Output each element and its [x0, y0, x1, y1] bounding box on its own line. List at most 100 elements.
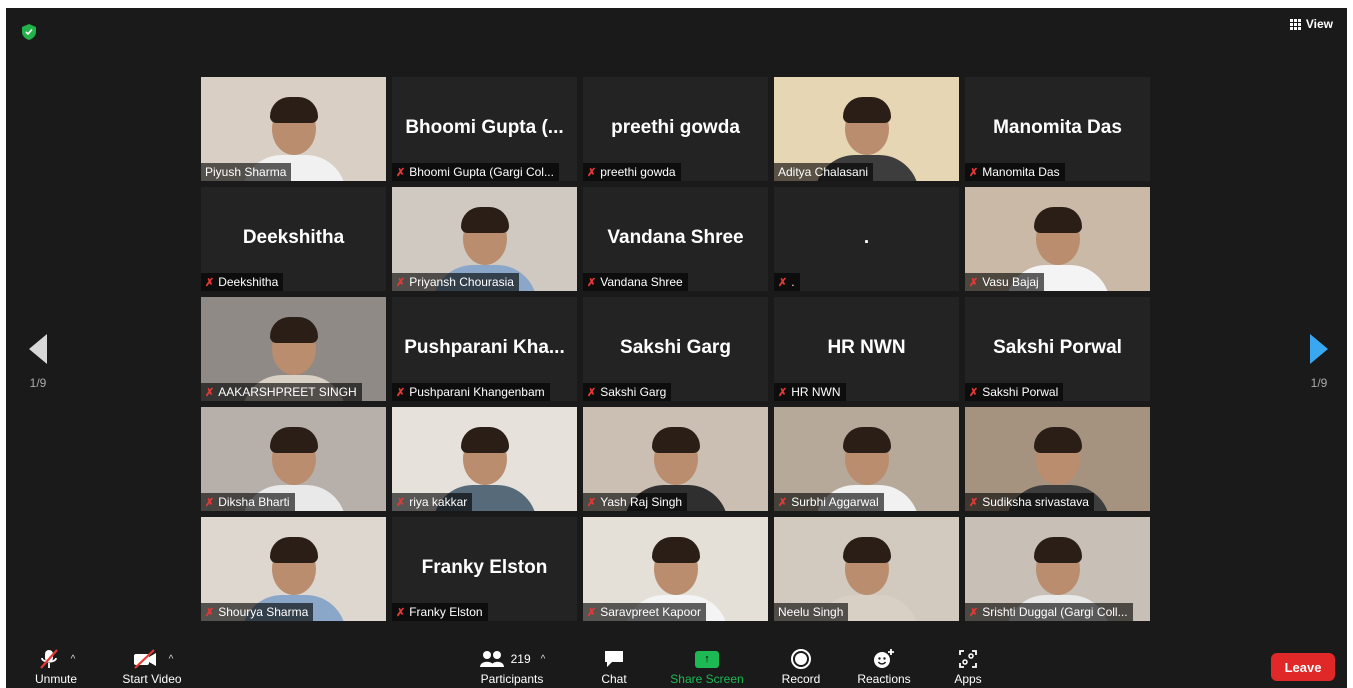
- participant-tile[interactable]: ✗ AAKARSHPREET SINGH: [201, 297, 386, 401]
- microphone-muted-icon: ✗: [205, 606, 215, 619]
- participant-tile[interactable]: Piyush Sharma: [201, 77, 386, 181]
- participant-tile[interactable]: ✗ riya kakkar: [392, 407, 577, 511]
- participant-name: Vandana Shree: [600, 275, 683, 289]
- participant-name-label: ✗ Bhoomi Gupta (Gargi Col...: [392, 163, 559, 181]
- participant-name: .: [791, 275, 795, 289]
- reactions-emoji-icon: [874, 649, 894, 668]
- participant-name: Vasu Bajaj: [982, 275, 1039, 289]
- participant-name-label: Neelu Singh: [774, 603, 849, 621]
- participant-tile[interactable]: ✗ Priyansh Chourasia: [392, 187, 577, 291]
- audio-options-caret-icon[interactable]: ^: [71, 654, 76, 665]
- participant-tile[interactable]: Aditya Chalasani: [774, 77, 959, 181]
- chat-button[interactable]: Chat: [594, 646, 634, 686]
- share-screen-label: Share Screen: [670, 672, 744, 686]
- participant-tile[interactable]: ✗ Yash Raj Singh: [583, 407, 768, 511]
- participant-name-label: ✗.: [774, 273, 800, 291]
- participant-display-name: .: [863, 227, 870, 248]
- participant-name: Sudiksha srivastava: [982, 495, 1089, 509]
- participant-name-label: ✗ Pushparani Khangenbam: [392, 383, 550, 401]
- view-label: View: [1305, 17, 1333, 31]
- participant-tile[interactable]: ✗ Surbhi Aggarwal: [774, 407, 959, 511]
- participant-name-label: ✗ Yash Raj Singh: [583, 493, 688, 511]
- chat-label: Chat: [601, 672, 627, 686]
- participant-tile[interactable]: Vandana Shree ✗ Vandana Shree: [583, 187, 768, 291]
- participant-name-label: ✗ Franky Elston: [392, 603, 488, 621]
- participant-name-label: ✗ Srishti Duggal (Gargi Coll...: [965, 603, 1133, 621]
- video-off-icon: [133, 649, 156, 669]
- microphone-muted-icon: ✗: [969, 276, 979, 289]
- participant-tile[interactable]: ✗ Shourya Sharma: [201, 517, 386, 621]
- record-button[interactable]: Record: [776, 646, 826, 686]
- participant-display-name: Franky Elston: [421, 557, 548, 578]
- participant-tile[interactable]: Deekshitha ✗ Deekshitha: [201, 187, 386, 291]
- participant-display-name: HR NWN: [827, 337, 906, 358]
- participant-tile[interactable]: ✗ Saravpreet Kapoor: [583, 517, 768, 621]
- participant-name: Diksha Bharti: [218, 495, 290, 509]
- participant-tile[interactable]: ✗ Sudiksha srivastava: [965, 407, 1150, 511]
- participant-name-label: ✗ Vasu Bajaj: [965, 273, 1044, 291]
- participant-display-name: Manomita Das: [993, 117, 1122, 138]
- microphone-muted-icon: ✗: [587, 166, 597, 179]
- participant-name: Saravpreet Kapoor: [600, 605, 701, 619]
- security-shield-icon: [22, 24, 36, 40]
- participant-name: Piyush Sharma: [205, 165, 287, 179]
- participant-tile[interactable]: Manomita Das ✗ Manomita Das: [965, 77, 1150, 181]
- next-page-button[interactable]: 1/9: [1299, 334, 1339, 390]
- grid-view-icon: [1289, 18, 1301, 30]
- participant-tile[interactable]: preethi gowda ✗ preethi gowda: [583, 77, 768, 181]
- zoom-meeting-window: View 1/9 1/9 Piyush Sharma Bhoomi Gupta (…: [0, 0, 1353, 688]
- participant-tile[interactable]: ✗ Diksha Bharti: [201, 407, 386, 511]
- participant-name: riya kakkar: [409, 495, 468, 509]
- leave-button[interactable]: Leave: [1271, 653, 1335, 681]
- microphone-muted-icon: ✗: [778, 386, 788, 399]
- participant-name-label: ✗ Priyansh Chourasia: [392, 273, 519, 291]
- previous-page-button[interactable]: 1/9: [18, 334, 58, 390]
- share-screen-button[interactable]: ↑ Share Screen: [664, 646, 750, 686]
- participant-tile[interactable]: HR NWN ✗ HR NWN: [774, 297, 959, 401]
- participant-name: Shourya Sharma: [218, 605, 309, 619]
- start-video-button[interactable]: ^ Start Video: [112, 646, 192, 686]
- participant-display-name: preethi gowda: [611, 117, 740, 138]
- microphone-muted-icon: ✗: [969, 166, 979, 179]
- participant-name-label: ✗ Manomita Das: [965, 163, 1065, 181]
- participant-name: Sakshi Porwal: [982, 385, 1059, 399]
- participant-name-label: ✗ Sudiksha srivastava: [965, 493, 1094, 511]
- participant-tile[interactable]: ✗ Vasu Bajaj: [965, 187, 1150, 291]
- participant-display-name: Deekshitha: [242, 227, 345, 248]
- participant-name: Surbhi Aggarwal: [791, 495, 879, 509]
- participant-tile[interactable]: Franky Elston ✗ Franky Elston: [392, 517, 577, 621]
- participant-display-name: Vandana Shree: [607, 227, 744, 248]
- microphone-muted-icon: ✗: [587, 276, 597, 289]
- video-options-caret-icon[interactable]: ^: [169, 654, 174, 665]
- participant-name: Pushparani Khangenbam: [409, 385, 545, 399]
- apps-button[interactable]: Apps: [948, 646, 988, 686]
- participant-name: Srishti Duggal (Gargi Coll...: [982, 605, 1128, 619]
- participant-name-label: ✗ Saravpreet Kapoor: [583, 603, 706, 621]
- microphone-muted-icon: [39, 649, 58, 669]
- participant-name: HR NWN: [791, 385, 841, 399]
- participants-caret-icon[interactable]: ^: [541, 654, 546, 665]
- participant-tile[interactable]: Pushparani Kha... ✗ Pushparani Khangenbam: [392, 297, 577, 401]
- unmute-label: Unmute: [34, 672, 78, 686]
- microphone-muted-icon: ✗: [969, 606, 979, 619]
- participant-tile[interactable]: Neelu Singh: [774, 517, 959, 621]
- participant-tile[interactable]: . ✗.: [774, 187, 959, 291]
- microphone-muted-icon: ✗: [396, 606, 406, 619]
- participant-tile[interactable]: Bhoomi Gupta (... ✗ Bhoomi Gupta (Gargi Co…: [392, 77, 577, 181]
- participant-tile[interactable]: Sakshi Porwal ✗ Sakshi Porwal: [965, 297, 1150, 401]
- participant-name-label: ✗ HR NWN: [774, 383, 846, 401]
- participant-tile[interactable]: ✗ Srishti Duggal (Gargi Coll...: [965, 517, 1150, 621]
- participant-display-name: Sakshi Porwal: [993, 337, 1122, 358]
- unmute-button[interactable]: ^ Unmute: [26, 646, 86, 686]
- view-button[interactable]: View: [1289, 17, 1333, 31]
- participant-tile[interactable]: Sakshi Garg ✗ Sakshi Garg: [583, 297, 768, 401]
- reactions-button[interactable]: Reactions: [852, 646, 916, 686]
- microphone-muted-icon: ✗: [778, 276, 788, 289]
- participant-name: Priyansh Chourasia: [409, 275, 514, 289]
- participant-name-label: ✗ Diksha Bharti: [201, 493, 295, 511]
- participant-name: Neelu Singh: [778, 605, 844, 619]
- gallery-stage: View 1/9 1/9 Piyush Sharma Bhoomi Gupta (…: [6, 8, 1347, 644]
- arrow-right-icon: [1310, 334, 1328, 364]
- participants-button[interactable]: 219 ^ Participants: [464, 646, 560, 686]
- participant-name: AAKARSHPREET SINGH: [218, 385, 357, 399]
